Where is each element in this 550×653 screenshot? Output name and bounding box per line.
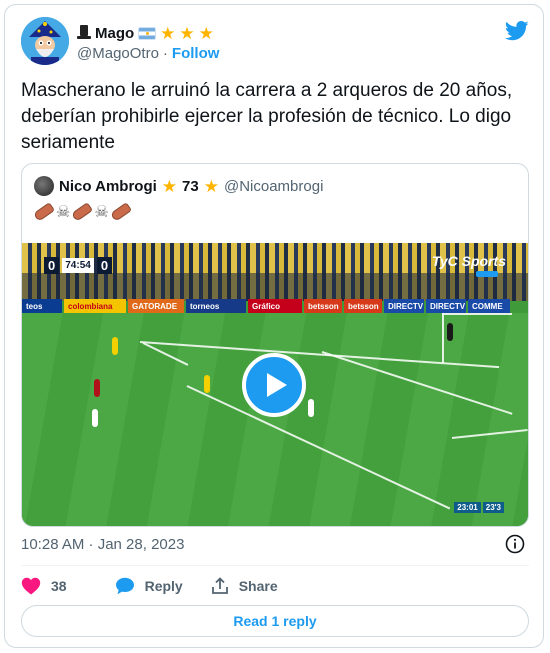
top-hat-icon — [77, 25, 91, 41]
quoted-header: Nico Ambrogi ★ 73 ★ @Nicoambrogi — [34, 176, 323, 196]
tweet-actions: 38 Reply Share — [21, 571, 278, 601]
broadcast-time-a: 23:01 — [454, 502, 481, 513]
football-pitch — [22, 313, 528, 526]
broadcast-time-b: 23'3 — [482, 502, 504, 513]
skull-crossbones-icon: ☠ — [56, 204, 71, 221]
ad-board: COMME — [468, 299, 510, 313]
player — [308, 399, 314, 417]
info-icon[interactable] — [505, 534, 525, 554]
player — [204, 375, 210, 393]
avatar[interactable] — [21, 17, 69, 65]
player — [112, 337, 118, 355]
ad-board: colombiana — [64, 299, 126, 313]
coffin-icon — [109, 202, 132, 222]
heart-icon — [21, 577, 41, 595]
ad-board: DIRECTV — [426, 299, 466, 313]
like-count: 38 — [51, 578, 67, 594]
like-button[interactable]: 38 — [21, 577, 67, 595]
score-left: 0 — [44, 257, 60, 274]
ad-board: DIRECTV — [384, 299, 424, 313]
divider — [21, 565, 529, 566]
quoted-author-handle[interactable]: @Nicoambrogi — [224, 178, 323, 195]
tweet-header: Mago ★ ★ ★ @MagoOtro · Follow — [21, 17, 529, 69]
star-icon: ★ — [179, 23, 195, 43]
star-icon: ★ — [203, 176, 219, 196]
score-right: 0 — [96, 257, 113, 274]
quoted-number: 73 — [182, 177, 199, 195]
broadcaster-badge — [476, 271, 498, 277]
goal-post — [442, 313, 444, 363]
coffin-icon — [71, 202, 94, 222]
crowd-shadow — [22, 273, 528, 301]
ad-board: teos — [22, 299, 62, 313]
ad-board: betsson — [304, 299, 342, 313]
argentina-flag-icon — [138, 26, 157, 40]
read-replies-button[interactable]: Read 1 reply — [21, 605, 529, 637]
share-label: Share — [238, 578, 278, 594]
pitch-line — [139, 341, 500, 369]
twitter-bird-icon[interactable] — [505, 21, 529, 41]
play-button[interactable] — [242, 353, 306, 417]
ad-board: Gráfico — [248, 299, 302, 313]
player — [94, 379, 100, 397]
avatar-image — [21, 17, 69, 65]
pitch-line — [451, 429, 528, 439]
tweet-text: Mascherano le arruinó la carrera a 2 arq… — [21, 80, 513, 153]
reply-label: Reply — [144, 578, 183, 594]
video-player[interactable]: teos colombiana GATORADE torneos Gráfico… — [22, 243, 528, 526]
star-icon: ★ — [198, 23, 214, 43]
player — [92, 409, 98, 427]
broadcaster-logo: TyC Sports — [431, 253, 506, 269]
reply-button[interactable]: Reply — [115, 577, 183, 595]
quoted-tweet[interactable]: Nico Ambrogi ★ 73 ★ @Nicoambrogi ☠ ☠ teo… — [21, 163, 529, 527]
quoted-text-emojis: ☠ ☠ — [32, 200, 132, 224]
reply-icon — [115, 577, 134, 595]
player — [447, 323, 453, 341]
quoted-avatar[interactable] — [34, 176, 54, 196]
ad-board: torneos — [186, 299, 246, 313]
ad-board: betsson — [344, 299, 382, 313]
star-icon: ★ — [160, 23, 176, 43]
follow-button[interactable]: Follow — [172, 45, 220, 62]
tweet-card: Mago ★ ★ ★ @MagoOtro · Follow Mascherano… — [4, 4, 544, 648]
share-icon — [211, 577, 228, 594]
goal-crossbar — [442, 313, 512, 315]
ad-boards: teos colombiana GATORADE torneos Gráfico… — [22, 299, 528, 313]
play-icon — [266, 373, 287, 397]
scoreboard: 0 74:54 0 — [44, 257, 113, 274]
skull-crossbones-icon: ☠ — [94, 204, 109, 221]
separator-dot: · — [162, 45, 168, 62]
star-icon: ★ — [161, 176, 178, 196]
pitch-line — [186, 385, 451, 510]
ad-board: GATORADE — [128, 299, 184, 313]
share-button[interactable]: Share — [211, 577, 278, 595]
author-name[interactable]: Mago — [95, 25, 134, 42]
author-handle[interactable]: @MagoOtro — [77, 45, 159, 62]
broadcast-time-overlay: 23:01 23'3 — [454, 502, 504, 513]
tweet-timestamp[interactable]: 10:28 AM · Jan 28, 2023 — [21, 536, 184, 553]
quoted-author-name[interactable]: Nico Ambrogi — [59, 178, 157, 195]
match-clock: 74:54 — [62, 258, 94, 273]
coffin-icon — [32, 202, 56, 222]
author-names: Mago ★ ★ ★ @MagoOtro · Follow — [77, 23, 219, 62]
